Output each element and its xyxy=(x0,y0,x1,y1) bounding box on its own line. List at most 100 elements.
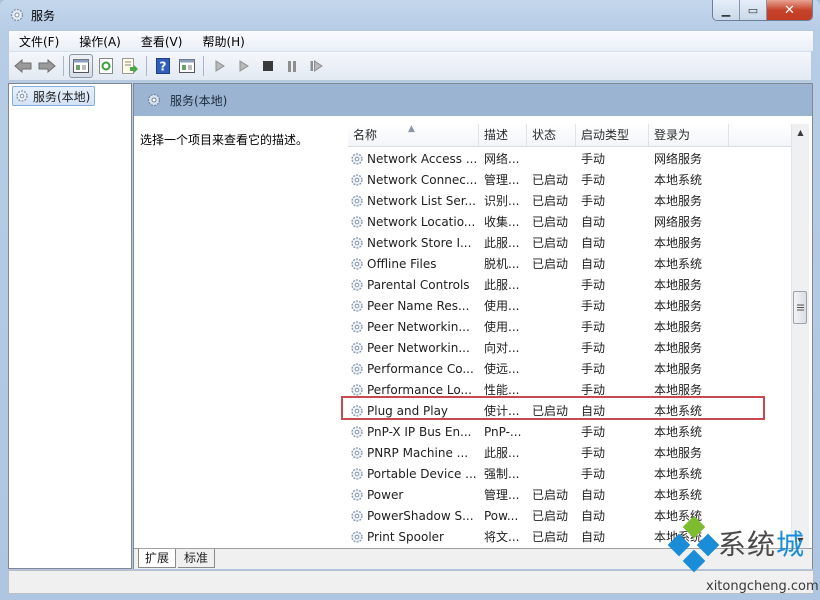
start-service-button[interactable] xyxy=(209,55,231,77)
services-list: 名称 ▲ 描述 状态 启动类型 登录为 Network Access ... 网络.… xyxy=(344,116,812,548)
service-startup-type: 手动 xyxy=(581,278,606,292)
show-action-pane-button[interactable] xyxy=(176,55,198,77)
menu-view[interactable]: 查看(V) xyxy=(131,33,193,50)
service-startup-type: 手动 xyxy=(581,425,606,439)
tab-standard[interactable]: 标准 xyxy=(178,549,216,568)
service-gear-icon xyxy=(351,236,363,249)
back-arrow-icon xyxy=(14,59,32,73)
service-gear-icon xyxy=(351,257,363,270)
service-description: 使用... xyxy=(484,320,520,334)
title-bar[interactable]: 服务 ▁ ▭ ✕ xyxy=(0,0,820,30)
refresh-button[interactable] xyxy=(95,55,117,77)
service-row[interactable]: Peer Networkin... 使用... 手动 本地服务 xyxy=(348,316,792,337)
service-status: 已启动 xyxy=(532,236,569,250)
close-button[interactable]: ✕ xyxy=(767,0,812,20)
service-log-on-as: 本地服务 xyxy=(654,446,703,460)
service-row[interactable]: Network Connec... 管理... 已启动 手动 本地系统 xyxy=(348,169,792,190)
service-name: PowerShadow S... xyxy=(348,509,479,523)
service-row[interactable]: Network Locatio... 收集... 已启动 自动 网络服务 xyxy=(348,211,792,232)
service-gear-icon xyxy=(351,383,363,396)
scroll-up-arrow-icon[interactable]: ▲ xyxy=(792,124,809,140)
service-row[interactable]: PNRP Machine ... 此服... 手动 本地服务 xyxy=(348,442,792,463)
service-startup-type: 自动 xyxy=(581,257,606,271)
column-header-startup-type[interactable]: 启动类型 xyxy=(576,124,649,146)
service-description: 使计... xyxy=(484,404,520,418)
start-service-icon xyxy=(215,60,225,72)
service-name-text: Network Access ... xyxy=(367,151,478,166)
service-startup-type: 自动 xyxy=(581,236,606,250)
service-log-on-as: 本地服务 xyxy=(654,194,703,208)
watermark-url: xitongcheng.com xyxy=(706,579,819,594)
forward-button[interactable] xyxy=(36,55,58,77)
service-log-on-as: 本地系统 xyxy=(654,257,703,271)
service-description: 此服... xyxy=(484,278,520,292)
service-description: 网络... xyxy=(484,152,520,166)
service-row[interactable]: PnP-X IP Bus En... PnP-... 手动 本地系统 xyxy=(348,421,792,442)
sort-ascending-icon: ▲ xyxy=(408,124,415,134)
service-row[interactable]: Offline Files 脱机... 已启动 自动 本地系统 xyxy=(348,253,792,274)
service-name-text: Peer Name Res... xyxy=(367,298,470,313)
service-log-on-as: 网络服务 xyxy=(654,152,703,166)
column-header-name[interactable]: 名称 ▲ xyxy=(348,124,479,146)
service-row[interactable]: Parental Controls 此服... 手动 本地服务 xyxy=(348,274,792,295)
watermark-text: 系统城 xyxy=(718,523,805,563)
service-row[interactable]: Power 管理... 已启动 自动 本地系统 xyxy=(348,484,792,505)
service-name-text: Network Store I... xyxy=(367,235,472,250)
window-title: 服务 xyxy=(31,9,56,23)
close-icon: ✕ xyxy=(784,2,795,18)
service-name-text: Performance Co... xyxy=(367,361,474,376)
service-log-on-as: 本地服务 xyxy=(654,299,703,313)
show-hide-console-tree-icon xyxy=(73,59,89,73)
service-gear-icon xyxy=(351,194,363,207)
service-row[interactable]: Network Access ... 网络... 手动 网络服务 xyxy=(348,148,792,169)
scrollbar-thumb[interactable] xyxy=(793,290,807,324)
export-list-icon xyxy=(122,58,138,74)
vertical-scrollbar[interactable]: ▲ ▼ xyxy=(791,124,809,548)
service-log-on-as: 本地服务 xyxy=(654,236,703,250)
export-list-button[interactable] xyxy=(119,55,141,77)
back-button[interactable] xyxy=(12,55,34,77)
menu-file[interactable]: 文件(F) xyxy=(9,33,69,50)
services-window: 服务 ▁ ▭ ✕ 文件(F) 操作(A) 查看(V) 帮助(H) ? 服务(本地… xyxy=(0,0,820,600)
column-header-status[interactable]: 状态 xyxy=(527,124,576,146)
service-row-highlighted[interactable]: Plug and Play 使计... 已启动 自动 本地系统 xyxy=(348,400,792,421)
service-log-on-as: 网络服务 xyxy=(654,215,703,229)
service-row[interactable]: Performance Lo... 性能... 手动 本地服务 xyxy=(348,379,792,400)
service-row[interactable]: Network Store I... 此服... 已启动 自动 本地服务 xyxy=(348,232,792,253)
stop-service-button[interactable] xyxy=(257,55,279,77)
service-row[interactable]: Portable Device ... 强制... 手动 本地系统 xyxy=(348,463,792,484)
column-label: 描述 xyxy=(484,128,509,142)
start-service-alt-button[interactable] xyxy=(233,55,255,77)
service-status: 已启动 xyxy=(532,215,569,229)
service-gear-icon xyxy=(351,362,363,375)
tree-item-services-local[interactable]: 服务(本地) xyxy=(12,86,96,106)
menu-help[interactable]: 帮助(H) xyxy=(192,33,254,50)
service-description: 性能... xyxy=(484,383,520,397)
service-status: 已启动 xyxy=(532,404,569,418)
pause-service-button[interactable] xyxy=(281,55,303,77)
forward-arrow-icon xyxy=(38,59,56,73)
restart-service-button[interactable] xyxy=(305,55,327,77)
grip-icon xyxy=(796,304,804,311)
service-description: 使远... xyxy=(484,362,520,376)
tab-extended[interactable]: 扩展 xyxy=(138,549,177,568)
service-row[interactable]: Peer Name Res... 使用... 手动 本地服务 xyxy=(348,295,792,316)
service-gear-icon xyxy=(351,488,363,501)
maximize-button[interactable]: ▭ xyxy=(740,0,767,20)
minimize-button[interactable]: ▁ xyxy=(713,0,740,20)
service-name-text: Network List Ser... xyxy=(367,193,476,208)
service-row[interactable]: Network List Ser... 识别... 已启动 手动 本地服务 xyxy=(348,190,792,211)
console-tree: 服务(本地) xyxy=(8,83,132,569)
gear-icon xyxy=(147,93,161,107)
service-name-text: Network Locatio... xyxy=(367,214,476,229)
service-row[interactable]: Peer Networkin... 向对... 手动 本地服务 xyxy=(348,337,792,358)
service-startup-type: 手动 xyxy=(581,362,606,376)
column-header-log-on-as[interactable]: 登录为 xyxy=(649,124,729,146)
service-row[interactable]: Performance Co... 使远... 手动 本地服务 xyxy=(348,358,792,379)
column-header-description[interactable]: 描述 xyxy=(479,124,527,146)
menu-action[interactable]: 操作(A) xyxy=(69,33,131,50)
help-button[interactable]: ? xyxy=(152,55,174,77)
show-hide-console-tree-button[interactable] xyxy=(69,54,93,78)
service-name: Print Spooler xyxy=(348,530,479,544)
column-label: 状态 xyxy=(532,128,557,142)
